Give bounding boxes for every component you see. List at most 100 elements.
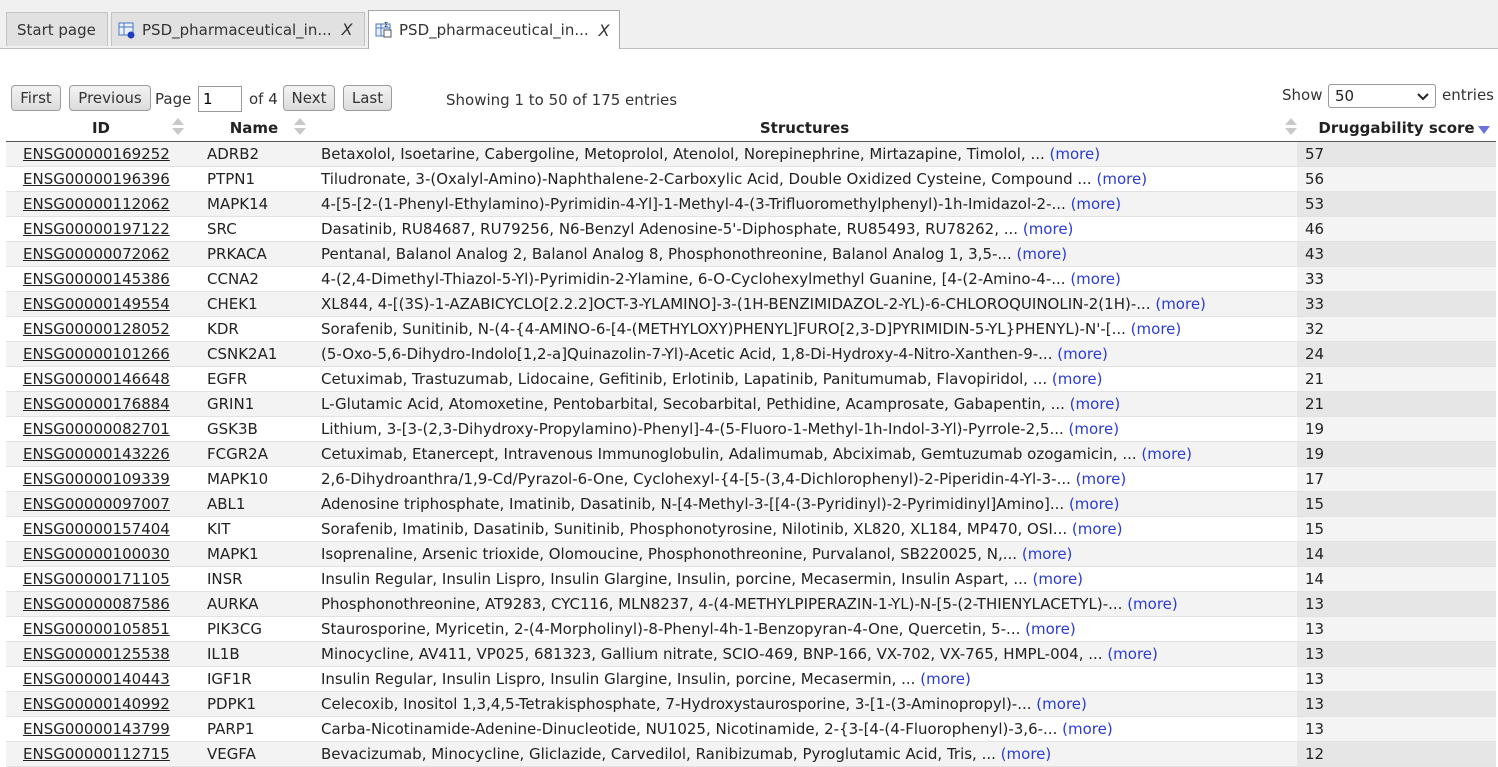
cell-druggability-score: 13 xyxy=(1297,591,1496,617)
more-link[interactable]: (more) xyxy=(920,670,971,688)
gene-id-link[interactable]: ENSG00000125538 xyxy=(23,645,170,663)
column-header-structures[interactable]: Structures xyxy=(312,115,1297,142)
more-link[interactable]: (more) xyxy=(1017,245,1068,263)
more-link[interactable]: (more) xyxy=(1036,695,1087,713)
column-header-name[interactable]: Name xyxy=(196,115,312,142)
structures-text: Minocycline, AV411, VP025, 681323, Galli… xyxy=(321,644,1103,663)
entries-label: entries xyxy=(1442,86,1494,104)
cell-structures: Minocycline, AV411, VP025, 681323, Galli… xyxy=(312,641,1297,667)
next-button[interactable]: Next xyxy=(283,85,335,111)
previous-button[interactable]: Previous xyxy=(69,85,151,111)
gene-id-link[interactable]: ENSG00000145386 xyxy=(23,270,170,288)
more-link[interactable]: (more) xyxy=(1069,420,1120,438)
gene-id-link[interactable]: ENSG00000171105 xyxy=(23,570,170,588)
more-link[interactable]: (more) xyxy=(1057,345,1108,363)
more-link[interactable]: (more) xyxy=(1001,745,1052,763)
gene-id-link[interactable]: ENSG00000082701 xyxy=(23,420,170,438)
cell-structures: Adenosine triphosphate, Imatinib, Dasati… xyxy=(312,491,1297,517)
cell-druggability-score: 12 xyxy=(1297,741,1496,767)
tab-psd-2[interactable]: Σ PSD_pharmaceutical_in... X xyxy=(368,10,620,49)
cell-druggability-score: 24 xyxy=(1297,341,1496,367)
tab-psd-1[interactable]: PSD_pharmaceutical_in... X xyxy=(111,12,365,46)
more-link[interactable]: (more) xyxy=(1023,220,1074,238)
gene-id-link[interactable]: ENSG00000146648 xyxy=(23,370,170,388)
gene-id-link[interactable]: ENSG00000128052 xyxy=(23,320,170,338)
cell-structures: Lithium, 3-[3-(2,3-Dihydroxy-Propylamino… xyxy=(312,416,1297,442)
more-link[interactable]: (more) xyxy=(1107,645,1158,663)
more-link[interactable]: (more) xyxy=(1022,545,1073,563)
close-icon[interactable]: X xyxy=(599,21,610,40)
more-link[interactable]: (more) xyxy=(1052,370,1103,388)
cell-druggability-score: 13 xyxy=(1297,616,1496,642)
cell-structures: 4-[5-[2-(1-Phenyl-Ethylamino)-Pyrimidin-… xyxy=(312,191,1297,217)
page-size-select[interactable]: 50 xyxy=(1328,84,1436,108)
more-link[interactable]: (more) xyxy=(1072,520,1123,538)
page-number-input[interactable] xyxy=(198,86,242,112)
cell-structures: L-Glutamic Acid, Atomoxetine, Pentobarbi… xyxy=(312,391,1297,417)
cell-id: ENSG00000149554 xyxy=(6,291,196,317)
more-link[interactable]: (more) xyxy=(1096,170,1147,188)
cell-druggability-score: 57 xyxy=(1297,141,1496,167)
gene-id-link[interactable]: ENSG00000112062 xyxy=(23,195,170,213)
cell-id: ENSG00000146648 xyxy=(6,366,196,392)
more-link[interactable]: (more) xyxy=(1062,720,1113,738)
gene-id-link[interactable]: ENSG00000100030 xyxy=(23,545,170,563)
more-link[interactable]: (more) xyxy=(1025,620,1076,638)
more-link[interactable]: (more) xyxy=(1032,570,1083,588)
gene-id-link[interactable]: ENSG00000072062 xyxy=(23,245,170,263)
close-icon[interactable]: X xyxy=(342,20,353,39)
structures-text: Dasatinib, RU84687, RU79256, N6-Benzyl A… xyxy=(321,219,1019,238)
structures-text: Adenosine triphosphate, Imatinib, Dasati… xyxy=(321,494,1065,513)
table-row: ENSG00000196396 PTPN1 Tiludronate, 3-(Oxal… xyxy=(6,166,1496,192)
gene-id-link[interactable]: ENSG00000109339 xyxy=(23,470,170,488)
gene-id-link[interactable]: ENSG00000143799 xyxy=(23,720,170,738)
table-row: ENSG00000101266 CSNK2A1 (5-Oxo-5,6-Dihydro… xyxy=(6,341,1496,367)
cell-name: EGFR xyxy=(196,366,312,392)
tab-start-page[interactable]: Start page xyxy=(6,12,108,46)
more-link[interactable]: (more) xyxy=(1141,445,1192,463)
more-link[interactable]: (more) xyxy=(1127,595,1178,613)
cell-name: MAPK14 xyxy=(196,191,312,217)
more-link[interactable]: (more) xyxy=(1070,395,1121,413)
column-header-label: ID xyxy=(91,119,111,137)
cell-structures: Sorafenib, Sunitinib, N-(4-{4-AMINO-6-[4… xyxy=(312,316,1297,342)
table-row: ENSG00000112715 VEGFA Bevacizumab, Minocyc… xyxy=(6,741,1496,767)
more-link[interactable]: (more) xyxy=(1071,195,1122,213)
more-link[interactable]: (more) xyxy=(1155,295,1206,313)
gene-id-link[interactable]: ENSG00000140992 xyxy=(23,695,170,713)
gene-id-link[interactable]: ENSG00000101266 xyxy=(23,345,170,363)
cell-name: ADRB2 xyxy=(196,141,312,167)
more-link[interactable]: (more) xyxy=(1131,320,1182,338)
cell-druggability-score: 15 xyxy=(1297,516,1496,542)
gene-id-link[interactable]: ENSG00000176884 xyxy=(23,395,170,413)
gene-id-link[interactable]: ENSG00000157404 xyxy=(23,520,170,538)
gene-id-link[interactable]: ENSG00000169252 xyxy=(23,145,170,163)
gene-id-link[interactable]: ENSG00000197122 xyxy=(23,220,170,238)
gene-id-link[interactable]: ENSG00000112715 xyxy=(23,745,170,763)
more-link[interactable]: (more) xyxy=(1069,495,1120,513)
cell-druggability-score: 19 xyxy=(1297,441,1496,467)
column-header-druggability-score[interactable]: Druggability score xyxy=(1297,115,1496,142)
table-row: ENSG00000149554 CHEK1 XL844, 4-[(3S)-1-AZA… xyxy=(6,291,1496,317)
table-row: ENSG00000100030 MAPK1 Isoprenaline, Arseni… xyxy=(6,541,1496,567)
gene-id-link[interactable]: ENSG00000140443 xyxy=(23,670,170,688)
more-link[interactable]: (more) xyxy=(1050,145,1101,163)
gene-id-link[interactable]: ENSG00000097007 xyxy=(23,495,170,513)
cell-druggability-score: 13 xyxy=(1297,641,1496,667)
cell-id: ENSG00000072062 xyxy=(6,241,196,267)
more-link[interactable]: (more) xyxy=(1070,270,1121,288)
sort-icon xyxy=(172,117,184,137)
first-button[interactable]: First xyxy=(11,85,61,111)
structures-text: Tiludronate, 3-(Oxalyl-Amino)-Naphthalen… xyxy=(321,169,1092,188)
gene-id-link[interactable]: ENSG00000087586 xyxy=(23,595,170,613)
gene-id-link[interactable]: ENSG00000143226 xyxy=(23,445,170,463)
last-button[interactable]: Last xyxy=(343,85,392,111)
gene-id-link[interactable]: ENSG00000105851 xyxy=(23,620,170,638)
more-link[interactable]: (more) xyxy=(1076,470,1127,488)
gene-id-link[interactable]: ENSG00000196396 xyxy=(23,170,170,188)
table-row: ENSG00000105851 PIK3CG Staurosporine, Myri… xyxy=(6,616,1496,642)
column-header-id[interactable]: ID xyxy=(6,115,196,142)
gene-id-link[interactable]: ENSG00000149554 xyxy=(23,295,170,313)
cell-id: ENSG00000100030 xyxy=(6,541,196,567)
table-row: ENSG00000146648 EGFR Cetuximab, Trastuzuma… xyxy=(6,366,1496,392)
